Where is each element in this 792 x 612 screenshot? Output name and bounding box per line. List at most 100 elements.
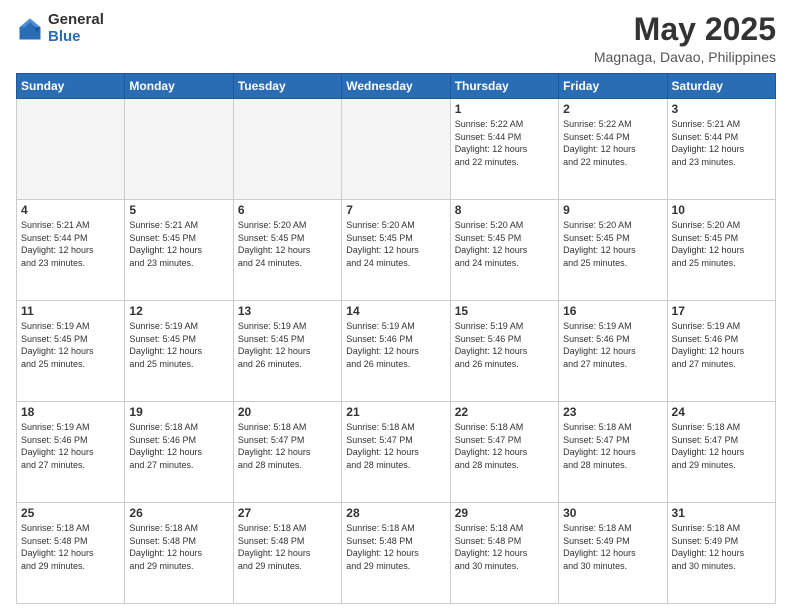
calendar-cell: 23 Sunrise: 5:18 AM Sunset: 5:47 PM Dayli… — [559, 402, 667, 503]
day-info: Sunrise: 5:19 AM Sunset: 5:46 PM Dayligh… — [21, 421, 120, 471]
day-number: 29 — [455, 506, 554, 520]
day-number: 3 — [672, 102, 771, 116]
calendar-cell: 19 Sunrise: 5:18 AM Sunset: 5:46 PM Dayli… — [125, 402, 233, 503]
logo: General Blue — [16, 12, 104, 45]
page: General Blue May 2025 Magnaga, Davao, Ph… — [0, 0, 792, 612]
day-header-tuesday: Tuesday — [233, 74, 341, 99]
calendar-cell: 20 Sunrise: 5:18 AM Sunset: 5:47 PM Dayli… — [233, 402, 341, 503]
day-number: 6 — [238, 203, 337, 217]
calendar-cell: 14 Sunrise: 5:19 AM Sunset: 5:46 PM Dayli… — [342, 301, 450, 402]
calendar-cell: 3 Sunrise: 5:21 AM Sunset: 5:44 PM Daylig… — [667, 99, 775, 200]
calendar-cell — [233, 99, 341, 200]
calendar-cell: 4 Sunrise: 5:21 AM Sunset: 5:44 PM Daylig… — [17, 200, 125, 301]
calendar-week-1: 1 Sunrise: 5:22 AM Sunset: 5:44 PM Daylig… — [17, 99, 776, 200]
calendar-cell: 11 Sunrise: 5:19 AM Sunset: 5:45 PM Dayli… — [17, 301, 125, 402]
day-info: Sunrise: 5:18 AM Sunset: 5:48 PM Dayligh… — [346, 522, 445, 572]
day-info: Sunrise: 5:18 AM Sunset: 5:48 PM Dayligh… — [455, 522, 554, 572]
logo-text: General Blue — [48, 12, 104, 45]
calendar-cell: 8Sunrise: 5:20 AM Sunset: 5:45 PM Daylig… — [450, 200, 558, 301]
logo-blue-text: Blue — [48, 29, 104, 46]
day-number: 31 — [672, 506, 771, 520]
day-info: Sunrise: 5:20 AM Sunset: 5:45 PM Dayligh… — [238, 219, 337, 269]
calendar-cell — [125, 99, 233, 200]
calendar-cell: 2Sunrise: 5:22 AM Sunset: 5:44 PM Daylig… — [559, 99, 667, 200]
day-number: 1 — [455, 102, 554, 116]
day-info: Sunrise: 5:19 AM Sunset: 5:45 PM Dayligh… — [21, 320, 120, 370]
day-info: Sunrise: 5:18 AM Sunset: 5:49 PM Dayligh… — [672, 522, 771, 572]
day-number: 26 — [129, 506, 228, 520]
day-number: 11 — [21, 304, 120, 318]
day-number: 17 — [672, 304, 771, 318]
calendar-cell: 10 Sunrise: 5:20 AM Sunset: 5:45 PM Dayli… — [667, 200, 775, 301]
calendar-cell — [17, 99, 125, 200]
day-number: 27 — [238, 506, 337, 520]
day-info: Sunrise: 5:18 AM Sunset: 5:47 PM Dayligh… — [238, 421, 337, 471]
header: General Blue May 2025 Magnaga, Davao, Ph… — [16, 12, 776, 65]
day-info: Sunrise: 5:18 AM Sunset: 5:46 PM Dayligh… — [129, 421, 228, 471]
day-number: 23 — [563, 405, 662, 419]
day-info: Sunrise: 5:19 AM Sunset: 5:46 PM Dayligh… — [346, 320, 445, 370]
calendar-cell: 5 Sunrise: 5:21 AM Sunset: 5:45 PM Daylig… — [125, 200, 233, 301]
day-info: Sunrise: 5:20 AM Sunset: 5:45 PM Dayligh… — [563, 219, 662, 269]
day-header-monday: Monday — [125, 74, 233, 99]
day-number: 20 — [238, 405, 337, 419]
day-number: 4 — [21, 203, 120, 217]
calendar-week-2: 4 Sunrise: 5:21 AM Sunset: 5:44 PM Daylig… — [17, 200, 776, 301]
day-info: Sunrise: 5:18 AM Sunset: 5:48 PM Dayligh… — [238, 522, 337, 572]
calendar-cell: 21Sunrise: 5:18 AM Sunset: 5:47 PM Dayli… — [342, 402, 450, 503]
day-number: 10 — [672, 203, 771, 217]
logo-icon — [16, 15, 44, 43]
day-info: Sunrise: 5:18 AM Sunset: 5:47 PM Dayligh… — [346, 421, 445, 471]
day-info: Sunrise: 5:18 AM Sunset: 5:48 PM Dayligh… — [21, 522, 120, 572]
calendar-cell: 28 Sunrise: 5:18 AM Sunset: 5:48 PM Dayli… — [342, 503, 450, 604]
day-number: 24 — [672, 405, 771, 419]
calendar-cell: 30 Sunrise: 5:18 AM Sunset: 5:49 PM Dayli… — [559, 503, 667, 604]
day-number: 25 — [21, 506, 120, 520]
calendar-cell: 25 Sunrise: 5:18 AM Sunset: 5:48 PM Dayli… — [17, 503, 125, 604]
day-info: Sunrise: 5:22 AM Sunset: 5:44 PM Dayligh… — [455, 118, 554, 168]
day-info: Sunrise: 5:18 AM Sunset: 5:47 PM Dayligh… — [672, 421, 771, 471]
day-info: Sunrise: 5:21 AM Sunset: 5:44 PM Dayligh… — [21, 219, 120, 269]
day-info: Sunrise: 5:20 AM Sunset: 5:45 PM Dayligh… — [346, 219, 445, 269]
day-number: 28 — [346, 506, 445, 520]
day-number: 22 — [455, 405, 554, 419]
day-info: Sunrise: 5:18 AM Sunset: 5:47 PM Dayligh… — [563, 421, 662, 471]
day-number: 18 — [21, 405, 120, 419]
calendar-cell: 15Sunrise: 5:19 AM Sunset: 5:46 PM Dayli… — [450, 301, 558, 402]
title-block: May 2025 Magnaga, Davao, Philippines — [594, 12, 776, 65]
day-number: 13 — [238, 304, 337, 318]
day-info: Sunrise: 5:19 AM Sunset: 5:45 PM Dayligh… — [238, 320, 337, 370]
day-info: Sunrise: 5:18 AM Sunset: 5:48 PM Dayligh… — [129, 522, 228, 572]
calendar-cell: 31 Sunrise: 5:18 AM Sunset: 5:49 PM Dayli… — [667, 503, 775, 604]
day-info: Sunrise: 5:21 AM Sunset: 5:44 PM Dayligh… — [672, 118, 771, 168]
day-number: 5 — [129, 203, 228, 217]
calendar-cell: 24 Sunrise: 5:18 AM Sunset: 5:47 PM Dayli… — [667, 402, 775, 503]
day-number: 9 — [563, 203, 662, 217]
day-header-saturday: Saturday — [667, 74, 775, 99]
day-header-thursday: Thursday — [450, 74, 558, 99]
day-number: 8 — [455, 203, 554, 217]
calendar-cell: 7 Sunrise: 5:20 AM Sunset: 5:45 PM Daylig… — [342, 200, 450, 301]
calendar-cell: 18 Sunrise: 5:19 AM Sunset: 5:46 PM Dayli… — [17, 402, 125, 503]
day-header-friday: Friday — [559, 74, 667, 99]
day-number: 12 — [129, 304, 228, 318]
day-info: Sunrise: 5:22 AM Sunset: 5:44 PM Dayligh… — [563, 118, 662, 168]
day-info: Sunrise: 5:18 AM Sunset: 5:47 PM Dayligh… — [455, 421, 554, 471]
day-number: 16 — [563, 304, 662, 318]
day-info: Sunrise: 5:21 AM Sunset: 5:45 PM Dayligh… — [129, 219, 228, 269]
day-number: 14 — [346, 304, 445, 318]
calendar-cell: 17Sunrise: 5:19 AM Sunset: 5:46 PM Dayli… — [667, 301, 775, 402]
day-number: 19 — [129, 405, 228, 419]
calendar-table: SundayMondayTuesdayWednesdayThursdayFrid… — [16, 73, 776, 604]
calendar-week-3: 11 Sunrise: 5:19 AM Sunset: 5:45 PM Dayli… — [17, 301, 776, 402]
day-info: Sunrise: 5:18 AM Sunset: 5:49 PM Dayligh… — [563, 522, 662, 572]
logo-general-text: General — [48, 12, 104, 29]
day-number: 7 — [346, 203, 445, 217]
calendar-cell: 22 Sunrise: 5:18 AM Sunset: 5:47 PM Dayli… — [450, 402, 558, 503]
calendar-cell: 27 Sunrise: 5:18 AM Sunset: 5:48 PM Dayli… — [233, 503, 341, 604]
day-number: 30 — [563, 506, 662, 520]
calendar-cell: 26 Sunrise: 5:18 AM Sunset: 5:48 PM Dayli… — [125, 503, 233, 604]
day-info: Sunrise: 5:20 AM Sunset: 5:45 PM Dayligh… — [672, 219, 771, 269]
calendar-cell: 16Sunrise: 5:19 AM Sunset: 5:46 PM Dayli… — [559, 301, 667, 402]
calendar-cell: 9 Sunrise: 5:20 AM Sunset: 5:45 PM Daylig… — [559, 200, 667, 301]
